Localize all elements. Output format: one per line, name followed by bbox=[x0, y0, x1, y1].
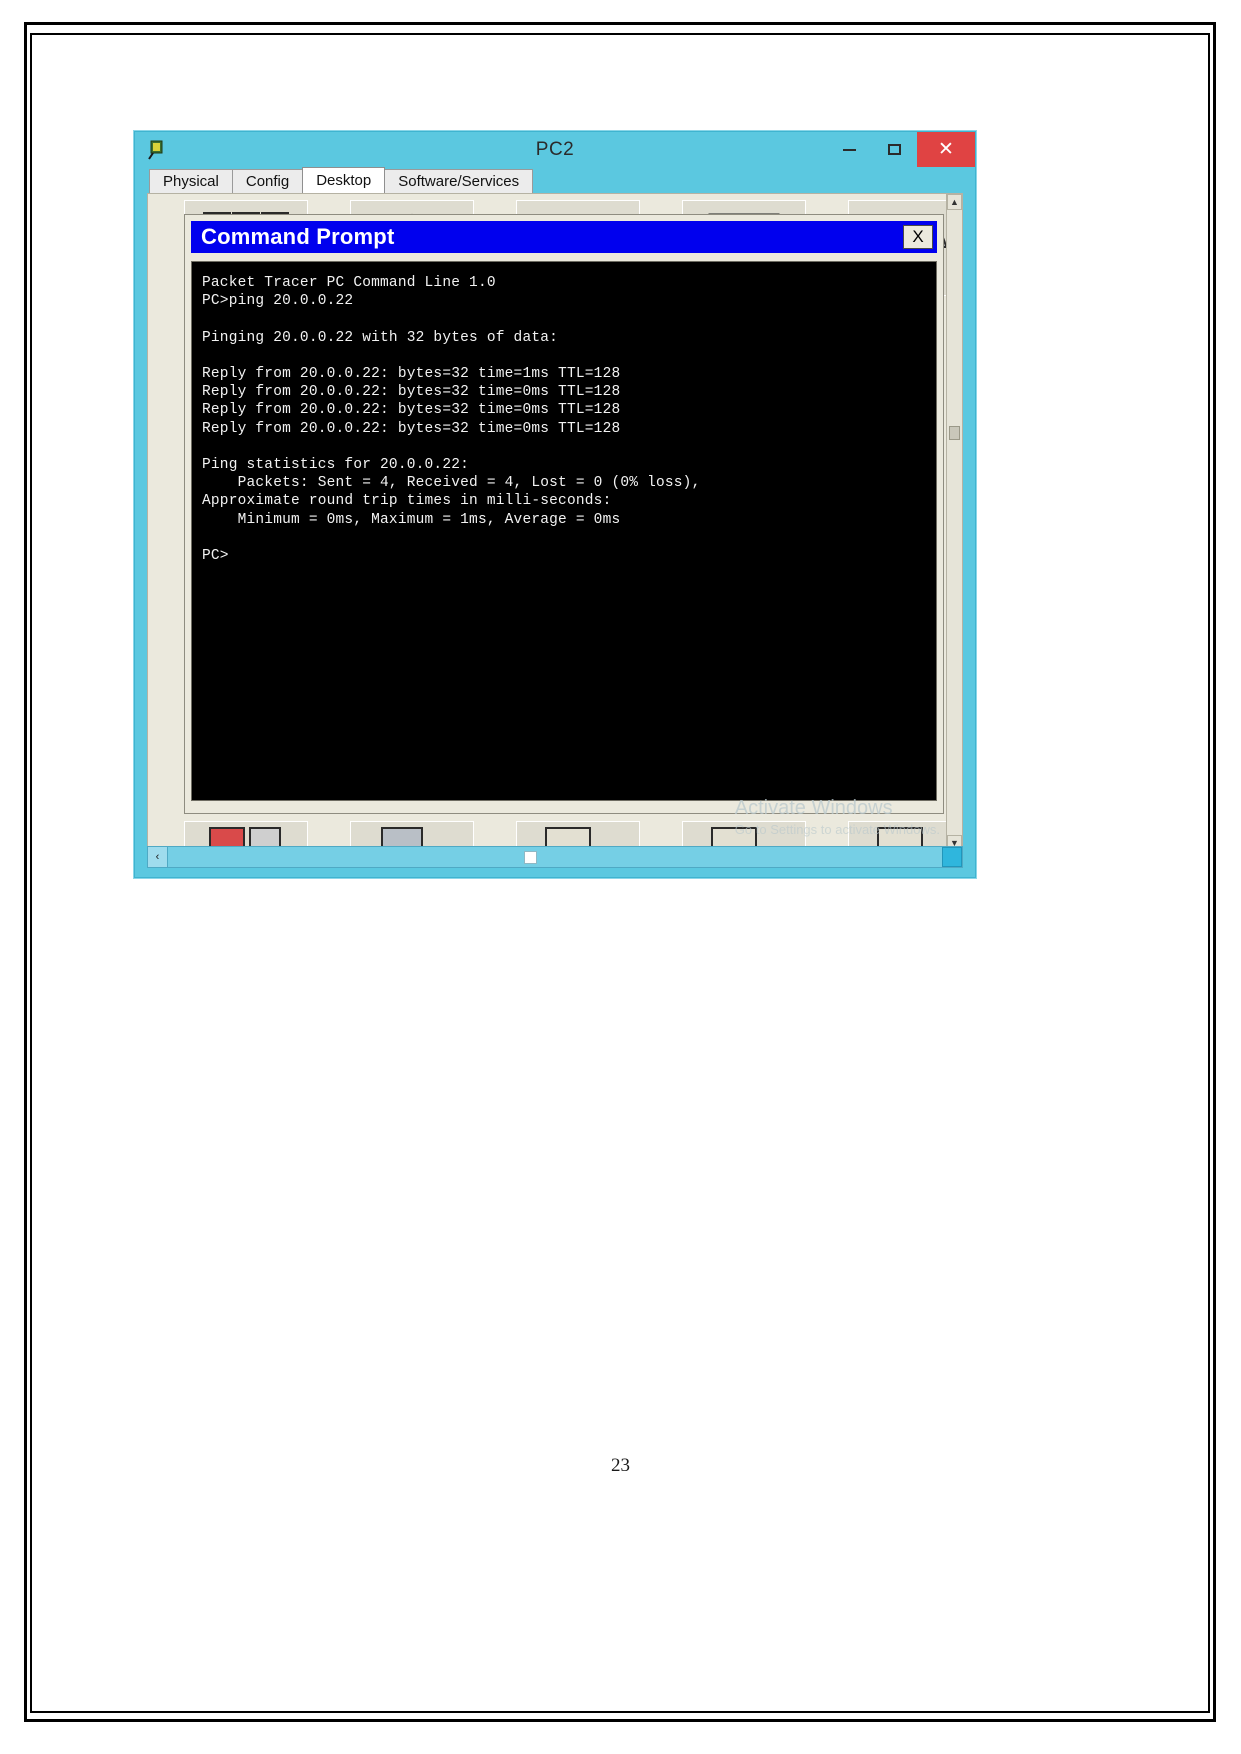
horizontal-scrollbar-track[interactable] bbox=[168, 846, 942, 868]
tab-config[interactable]: Config bbox=[231, 169, 304, 193]
maximize-button[interactable] bbox=[872, 132, 917, 167]
horizontal-scrollbar-thumb[interactable] bbox=[524, 851, 538, 864]
terminal-line: Packets: Sent = 4, Received = 4, Lost = … bbox=[202, 475, 701, 492]
terminal-line: Ping statistics for 20.0.0.22: bbox=[202, 457, 470, 474]
minimize-icon bbox=[843, 148, 856, 151]
scroll-left-button[interactable]: ‹ bbox=[147, 846, 168, 868]
command-prompt-window: Command Prompt X Packet Tracer PC Comman… bbox=[184, 214, 944, 814]
vertical-scrollbar-thumb[interactable] bbox=[949, 426, 960, 440]
window-controls: ✕ bbox=[827, 132, 975, 167]
vertical-scrollbar[interactable]: ▲ ▼ bbox=[946, 194, 962, 851]
terminal-line: Reply from 20.0.0.22: bytes=32 time=0ms … bbox=[202, 384, 621, 401]
terminal-prompt-line: PC> bbox=[202, 548, 229, 565]
tab-physical[interactable]: Physical bbox=[149, 169, 233, 193]
horizontal-scrollbar[interactable]: ‹ › bbox=[147, 846, 963, 868]
scroll-up-button[interactable]: ▲ bbox=[947, 194, 962, 210]
terminal-output[interactable]: Packet Tracer PC Command Line 1.0 PC>pin… bbox=[191, 261, 937, 801]
terminal-line: Pinging 20.0.0.22 with 32 bytes of data: bbox=[202, 329, 559, 346]
terminal-line: PC>ping 20.0.0.22 bbox=[202, 293, 354, 310]
tab-desktop[interactable]: Desktop bbox=[302, 167, 386, 193]
window-titlebar: PC2 ✕ bbox=[135, 132, 975, 167]
command-prompt-titlebar: Command Prompt X bbox=[191, 221, 937, 253]
terminal-line: Minimum = 0ms, Maximum = 1ms, Average = … bbox=[202, 511, 621, 528]
close-button[interactable]: ✕ bbox=[917, 132, 975, 167]
desktop-panel: Command Prompt X Packet Tracer PC Comman… bbox=[147, 193, 963, 852]
resize-grip[interactable] bbox=[942, 847, 962, 867]
terminal-line: Reply from 20.0.0.22: bytes=32 time=0ms … bbox=[202, 420, 621, 437]
tab-software-services[interactable]: Software/Services bbox=[384, 169, 534, 193]
minimize-button[interactable] bbox=[827, 132, 872, 167]
page-number: 23 bbox=[611, 1455, 630, 1476]
packet-tracer-pc-icon bbox=[147, 139, 169, 161]
tab-strip: Physical Config Desktop Software/Service… bbox=[135, 167, 975, 193]
terminal-line: Approximate round trip times in milli-se… bbox=[202, 493, 612, 510]
maximize-icon bbox=[888, 144, 901, 155]
terminal-line: Reply from 20.0.0.22: bytes=32 time=1ms … bbox=[202, 366, 621, 383]
pc2-application-window: PC2 ✕ Physical Config Desktop Software/S… bbox=[134, 131, 976, 878]
terminal-line: Packet Tracer PC Command Line 1.0 bbox=[202, 275, 496, 291]
terminal-line: Reply from 20.0.0.22: bytes=32 time=0ms … bbox=[202, 402, 621, 419]
command-prompt-close-button[interactable]: X bbox=[903, 225, 933, 249]
command-prompt-title: Command Prompt bbox=[201, 224, 395, 249]
